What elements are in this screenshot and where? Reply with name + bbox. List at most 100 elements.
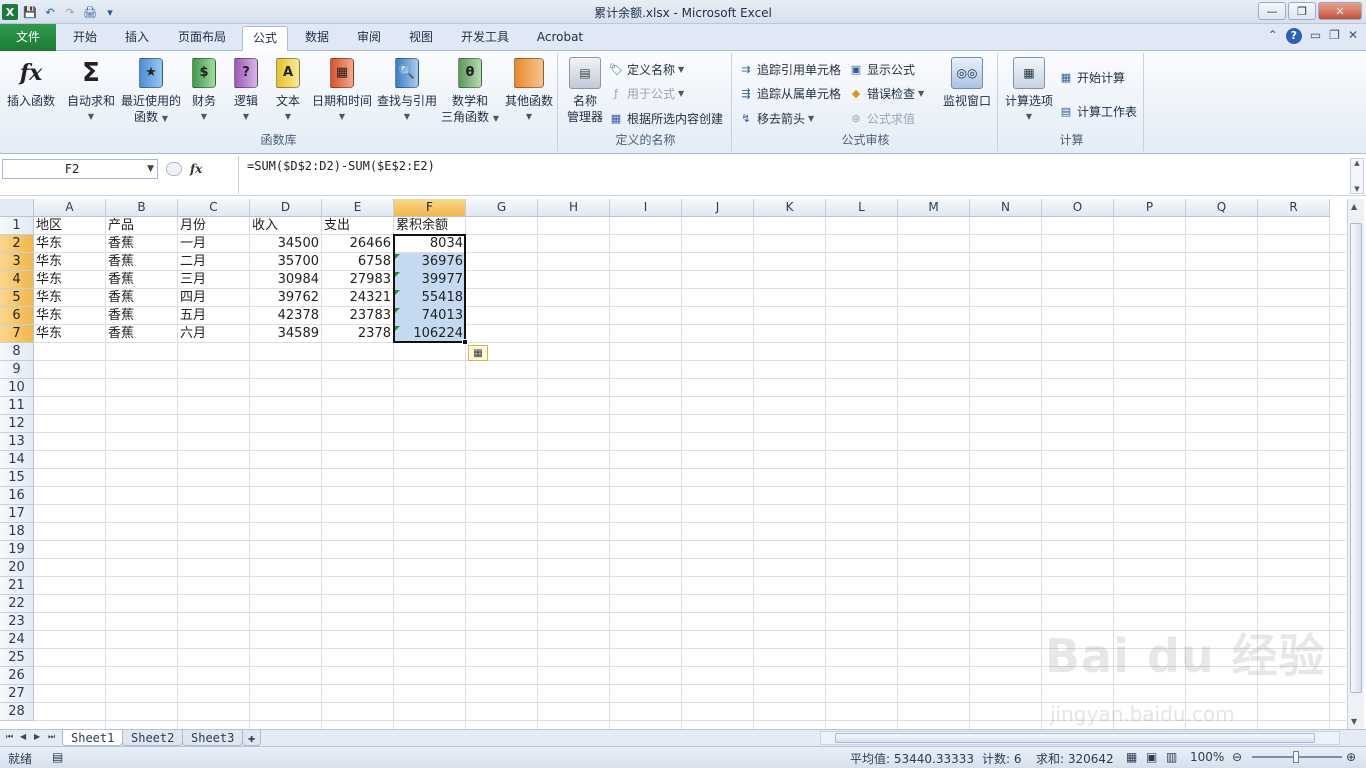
doc-minimize-icon[interactable]: ▭ [1310, 28, 1321, 44]
column-header-c[interactable]: C [178, 199, 250, 217]
first-sheet-icon[interactable]: ⏮ [6, 732, 13, 742]
row-header-8[interactable]: 8 [0, 343, 34, 361]
next-sheet-icon[interactable]: ▶ [34, 732, 40, 741]
doc-restore-icon[interactable]: ❐ [1329, 28, 1340, 44]
row-header-20[interactable]: 20 [0, 559, 34, 577]
cell-b2[interactable]: 香蕉 [106, 235, 177, 253]
row-header-4[interactable]: 4 [0, 271, 34, 289]
watch-window-button[interactable]: ◎◎ 监视窗口 [938, 57, 996, 109]
tab-formulas[interactable]: 公式 [242, 26, 288, 52]
cell-e1[interactable]: 支出 [322, 217, 394, 235]
tab-insert[interactable]: 插入 [114, 26, 160, 51]
row-header-17[interactable]: 17 [0, 505, 34, 523]
row-header-22[interactable]: 22 [0, 595, 34, 613]
row-header-10[interactable]: 10 [0, 379, 34, 397]
restore-button[interactable]: ❐ [1288, 2, 1316, 20]
macro-record-icon[interactable]: ▤ [52, 750, 63, 764]
sheet-tab-sheet1[interactable]: Sheet1 [62, 730, 124, 746]
row-header-6[interactable]: 6 [0, 307, 34, 325]
tab-developer[interactable]: 开发工具 [452, 26, 518, 51]
autofill-options-button[interactable]: ▦ [468, 345, 488, 361]
cell-b6[interactable]: 香蕉 [106, 307, 177, 325]
row-header-23[interactable]: 23 [0, 613, 34, 631]
cell-e5[interactable]: 24321 [322, 289, 393, 307]
row-header-11[interactable]: 11 [0, 397, 34, 415]
insert-sheet-icon[interactable]: ✚ [242, 730, 262, 746]
formula-bar-resize-icon[interactable] [166, 162, 182, 176]
evaluate-formula-button[interactable]: ⊛ 公式求值 [848, 108, 915, 128]
column-header-r[interactable]: R [1258, 199, 1330, 217]
row-header-21[interactable]: 21 [0, 577, 34, 595]
row-header-28[interactable]: 28 [0, 703, 34, 721]
formula-input[interactable]: =SUM($D$2:D2)-SUM($E$2:E2) [238, 156, 1348, 194]
create-from-selection-button[interactable]: ▦ 根据所选内容创建 [608, 108, 723, 128]
vertical-scroll-thumb[interactable] [1350, 223, 1362, 693]
row-header-15[interactable]: 15 [0, 469, 34, 487]
column-header-p[interactable]: P [1114, 199, 1186, 217]
cell-b5[interactable]: 香蕉 [106, 289, 177, 307]
calculate-sheet-button[interactable]: ▤ 计算工作表 [1058, 101, 1137, 121]
cell-d2[interactable]: 34500 [250, 235, 321, 253]
financial-button[interactable]: $ 财务 ▼ [186, 57, 222, 125]
remove-arrows-button[interactable]: ↯ 移去箭头 ▼ [738, 108, 814, 128]
cell-e2[interactable]: 26466 [322, 235, 393, 253]
row-header-9[interactable]: 9 [0, 361, 34, 379]
sheet-tab-sheet2[interactable]: Sheet2 [122, 730, 184, 746]
more-functions-button[interactable]: 其他函数 ▼ [502, 57, 556, 125]
column-header-h[interactable]: H [538, 199, 610, 217]
cell-a6[interactable]: 华东 [34, 307, 105, 325]
autosum-button[interactable]: Σ 自动求和 ▼ [64, 57, 118, 125]
row-header-5[interactable]: 5 [0, 289, 34, 307]
column-header-m[interactable]: M [898, 199, 970, 217]
row-header-25[interactable]: 25 [0, 649, 34, 667]
cell-d6[interactable]: 42378 [250, 307, 321, 325]
cell-b4[interactable]: 香蕉 [106, 271, 177, 289]
column-header-n[interactable]: N [970, 199, 1042, 217]
zoom-level[interactable]: 100% [1190, 750, 1224, 764]
formula-bar-scroll[interactable]: ▲ ▼ [1350, 158, 1364, 194]
minimize-ribbon-icon[interactable]: ⌃ [1268, 28, 1278, 44]
column-header-a[interactable]: A [34, 199, 106, 217]
cell-d1[interactable]: 收入 [250, 217, 322, 235]
cell-d4[interactable]: 30984 [250, 271, 321, 289]
zoom-in-icon[interactable]: ⊕ [1346, 750, 1356, 764]
cell-c5[interactable]: 四月 [178, 289, 249, 307]
cell-a1[interactable]: 地区 [34, 217, 106, 235]
scroll-up-icon[interactable]: ▲ [1351, 202, 1357, 211]
column-header-e[interactable]: E [322, 199, 394, 217]
row-header-12[interactable]: 12 [0, 415, 34, 433]
row-header-3[interactable]: 3 [0, 253, 34, 271]
cell-c3[interactable]: 二月 [178, 253, 249, 271]
minimize-button[interactable]: — [1258, 2, 1286, 20]
column-header-b[interactable]: B [106, 199, 178, 217]
scroll-down-icon[interactable]: ▼ [1351, 717, 1357, 726]
tab-acrobat[interactable]: Acrobat [528, 26, 592, 51]
calculation-options-button[interactable]: ▦ 计算选项 ▼ [1002, 57, 1056, 125]
cell-d5[interactable]: 39762 [250, 289, 321, 307]
trace-precedents-button[interactable]: ⇉ 追踪引用单元格 [738, 59, 841, 79]
column-header-q[interactable]: Q [1186, 199, 1258, 217]
sheet-tab-sheet3[interactable]: Sheet3 [182, 730, 244, 746]
page-break-view-icon[interactable]: ▥ [1166, 750, 1177, 764]
select-all-button[interactable] [0, 199, 34, 217]
text-button[interactable]: A 文本 ▼ [270, 57, 306, 125]
row-header-14[interactable]: 14 [0, 451, 34, 469]
column-header-g[interactable]: G [466, 199, 538, 217]
horizontal-scroll-thumb[interactable] [835, 733, 1315, 743]
horizontal-scrollbar[interactable] [820, 731, 1340, 745]
zoom-slider-thumb[interactable] [1293, 751, 1299, 763]
tab-review[interactable]: 审阅 [346, 26, 392, 51]
last-sheet-icon[interactable]: ⏭ [48, 732, 55, 742]
error-checking-button[interactable]: ◆ 错误检查 ▼ [848, 83, 924, 103]
row-header-18[interactable]: 18 [0, 523, 34, 541]
cell-a3[interactable]: 华东 [34, 253, 105, 271]
row-header-24[interactable]: 24 [0, 631, 34, 649]
tab-file[interactable]: 文件 [0, 24, 56, 51]
zoom-out-icon[interactable]: ⊖ [1232, 750, 1242, 764]
close-button[interactable]: ✕ [1318, 2, 1362, 20]
logical-button[interactable]: ? 逻辑 ▼ [228, 57, 264, 125]
name-box[interactable]: F2 ▼ [2, 159, 158, 179]
cell-a5[interactable]: 华东 [34, 289, 105, 307]
row-header-2[interactable]: 2 [0, 235, 34, 253]
chevron-down-icon[interactable]: ▼ [147, 160, 154, 178]
